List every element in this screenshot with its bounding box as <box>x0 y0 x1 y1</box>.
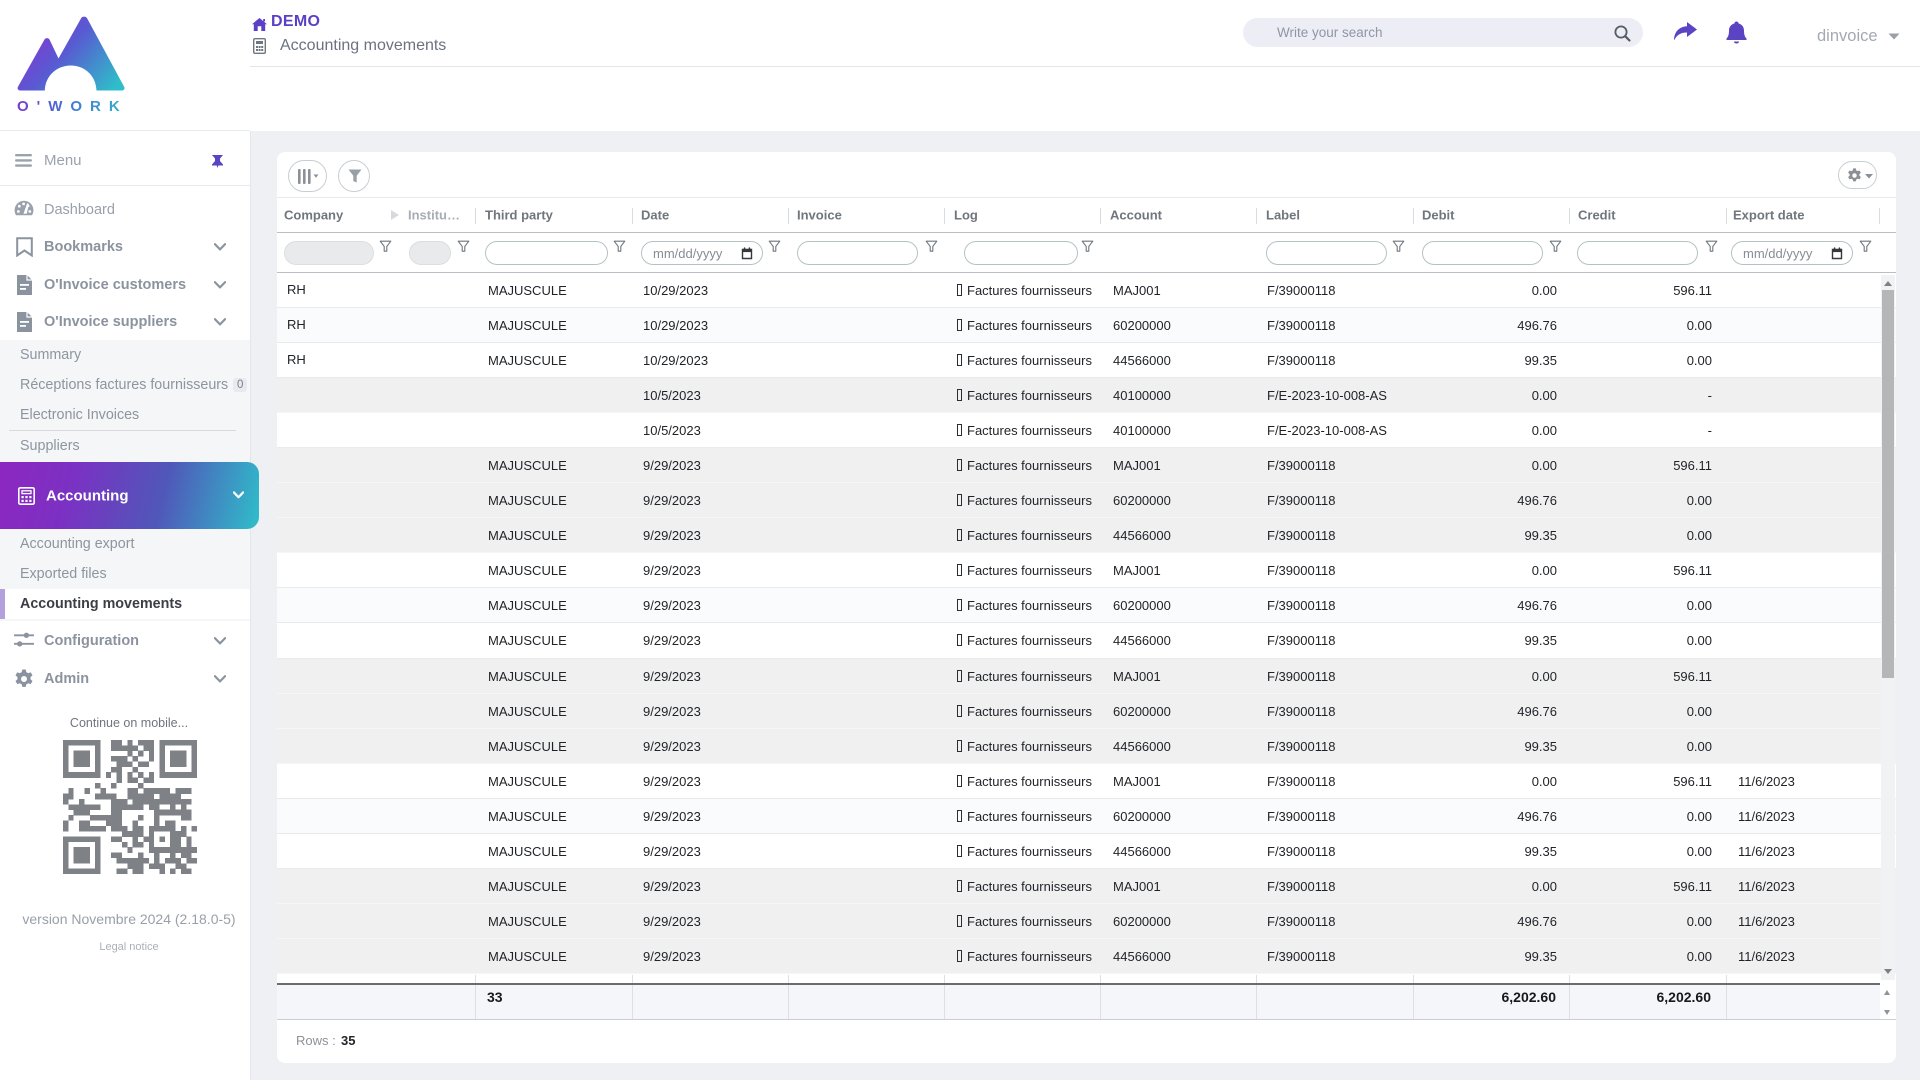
svg-text:O'WORK: O'WORK <box>17 98 126 113</box>
